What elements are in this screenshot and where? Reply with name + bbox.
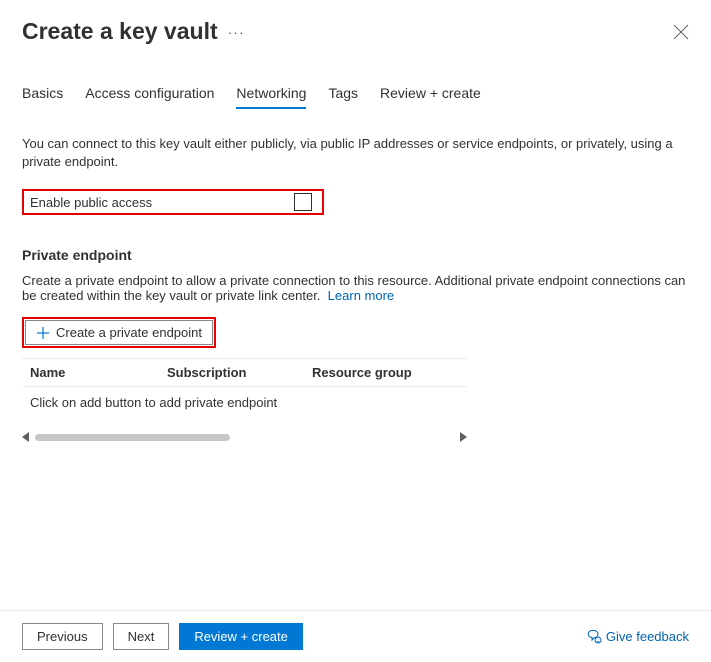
create-private-endpoint-button[interactable]: Create a private endpoint	[25, 320, 213, 345]
give-feedback-link[interactable]: Give feedback	[586, 629, 689, 645]
table-empty-row: Click on add button to add private endpo…	[22, 387, 467, 418]
enable-public-access-checkbox[interactable]	[294, 193, 312, 211]
tab-networking[interactable]: Networking	[236, 85, 306, 109]
next-button[interactable]: Next	[113, 623, 170, 650]
close-icon[interactable]	[673, 24, 689, 40]
tab-basics[interactable]: Basics	[22, 85, 63, 109]
give-feedback-label: Give feedback	[606, 629, 689, 644]
scroll-thumb[interactable]	[35, 434, 230, 441]
create-private-endpoint-label: Create a private endpoint	[56, 325, 202, 340]
column-header-subscription[interactable]: Subscription	[167, 365, 312, 380]
enable-public-access-label: Enable public access	[30, 195, 152, 210]
private-endpoint-table: Name Subscription Resource group Click o…	[22, 358, 467, 418]
footer-bar: Previous Next Review + create Give feedb…	[0, 610, 711, 662]
previous-button[interactable]: Previous	[22, 623, 103, 650]
tab-review-create[interactable]: Review + create	[380, 85, 481, 109]
page-title: Create a key vault	[22, 18, 218, 45]
plus-icon	[36, 326, 50, 340]
enable-public-access-row: Enable public access	[22, 189, 324, 215]
scroll-right-arrow-icon[interactable]	[460, 432, 467, 442]
learn-more-link[interactable]: Learn more	[328, 288, 394, 303]
private-endpoint-heading: Private endpoint	[22, 247, 689, 263]
tab-access-configuration[interactable]: Access configuration	[85, 85, 214, 109]
column-header-resource-group[interactable]: Resource group	[312, 365, 457, 380]
tab-bar: Basics Access configuration Networking T…	[0, 51, 711, 109]
more-icon[interactable]: ···	[228, 24, 245, 40]
column-header-name[interactable]: Name	[22, 365, 167, 380]
tab-tags[interactable]: Tags	[328, 85, 358, 109]
review-create-button[interactable]: Review + create	[179, 623, 303, 650]
private-endpoint-description: Create a private endpoint to allow a pri…	[22, 273, 689, 303]
scroll-left-arrow-icon[interactable]	[22, 432, 29, 442]
table-header-row: Name Subscription Resource group	[22, 358, 467, 387]
feedback-icon	[586, 629, 602, 645]
networking-description: You can connect to this key vault either…	[22, 135, 689, 171]
horizontal-scrollbar[interactable]	[22, 432, 467, 442]
